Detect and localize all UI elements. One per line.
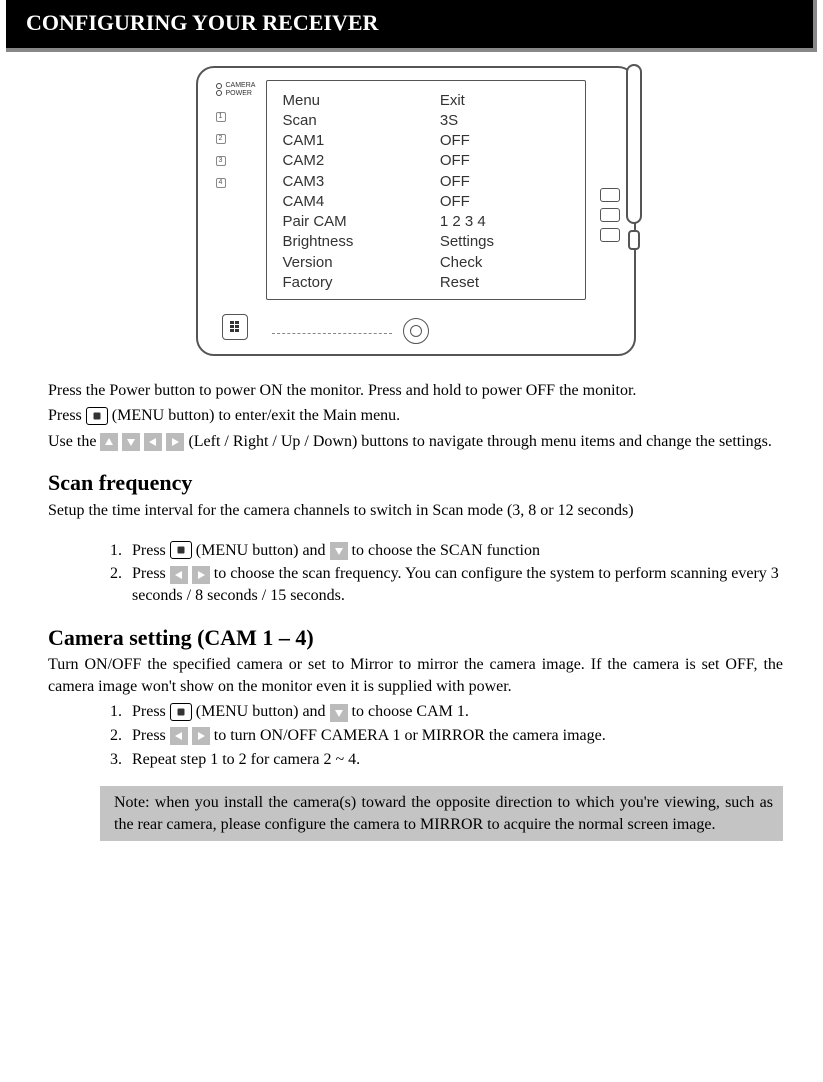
scan-heading: Scan frequency — [48, 468, 783, 498]
cam-steps: Press (MENU button) and to choose CAM 1.… — [48, 701, 783, 770]
up-icon — [100, 433, 118, 451]
right-icon — [166, 433, 184, 451]
label-power: POWER — [226, 90, 256, 97]
down-icon — [330, 704, 348, 722]
cam-step-1: Press (MENU button) and to choose CAM 1. — [126, 701, 783, 723]
scan-desc: Setup the time interval for the camera c… — [48, 500, 783, 522]
side-num: 3 — [216, 156, 226, 166]
power-button-illustration — [403, 318, 429, 344]
antenna-illustration — [626, 64, 642, 224]
menu-icon — [170, 541, 192, 559]
side-button — [600, 188, 620, 202]
cam-heading: Camera setting (CAM 1 – 4) — [48, 623, 783, 653]
side-button — [600, 208, 620, 222]
left-icon — [170, 727, 188, 745]
side-num: 2 — [216, 134, 226, 144]
scan-step-1: Press (MENU button) and to choose the SC… — [126, 540, 783, 562]
left-icon — [144, 433, 162, 451]
intro-p1: Press the Power button to power ON the m… — [48, 380, 783, 402]
menu-icon — [86, 407, 108, 425]
intro-p2: Press (MENU button) to enter/exit the Ma… — [48, 405, 783, 427]
side-num: 4 — [216, 178, 226, 188]
cam-step-3: Repeat step 1 to 2 for camera 2 ~ 4. — [126, 749, 783, 771]
note-box: Note: when you install the camera(s) tow… — [100, 786, 783, 841]
cam-step-2: Press to turn ON/OFF CAMERA 1 or MIRROR … — [126, 725, 783, 747]
intro-p3: Use the (Left / Right / Up / Down) butto… — [48, 431, 783, 453]
down-icon — [330, 542, 348, 560]
device-screen: MenuExit Scan3S CAM1OFF CAM2OFF CAM3OFF … — [266, 80, 586, 300]
right-icon — [192, 727, 210, 745]
right-icon — [192, 566, 210, 584]
menu-button-illustration — [222, 314, 248, 340]
scan-steps: Press (MENU button) and to choose the SC… — [48, 540, 783, 607]
page-title: CONFIGURING YOUR RECEIVER — [6, 0, 817, 52]
device-illustration: CAMERA POWER 1 2 3 4 — [48, 66, 783, 356]
down-icon — [122, 433, 140, 451]
cam-desc: Turn ON/OFF the specified camera or set … — [48, 654, 783, 697]
side-num: 1 — [216, 112, 226, 122]
scan-step-2: Press to choose the scan frequency. You … — [126, 563, 783, 606]
menu-icon — [170, 703, 192, 721]
side-button — [600, 228, 620, 242]
left-icon — [170, 566, 188, 584]
label-camera: CAMERA — [226, 82, 256, 89]
